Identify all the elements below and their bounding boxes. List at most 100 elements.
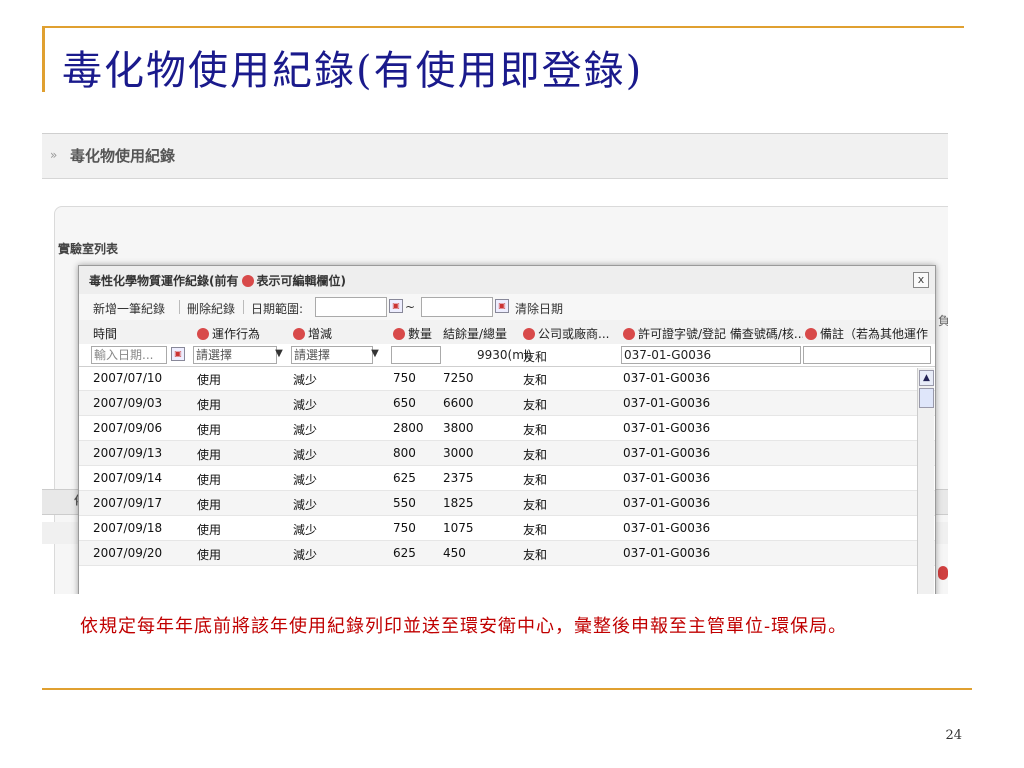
table-row[interactable]: 2007/09/18 使用 減少 750 1075 友和 037-01-G0036 <box>79 516 935 541</box>
qty-filter-input[interactable] <box>391 346 441 364</box>
column-header-remark-label: 備註（若為其他運作 <box>820 327 929 341</box>
app-screenshot: » 毒化物使用紀錄 實驗室列表 化 1 負 毒性化學物質運作紀錄(前有表示可編輯… <box>42 133 948 594</box>
cell-qty: 625 <box>393 546 416 560</box>
cell-balance: 6600 <box>443 396 474 410</box>
table-row[interactable]: 2007/09/13 使用 減少 800 3000 友和 037-01-G0036 <box>79 441 935 466</box>
cell-license: 037-01-G0036 <box>623 371 711 385</box>
cell-qty: 800 <box>393 446 416 460</box>
grid-header: 時間 運作行為 增減 數量 結餘量/總量 公司或廠商... 許可證字號/登記 備… <box>79 320 935 345</box>
cell-company: 友和 <box>523 373 548 387</box>
add-record-button[interactable]: 新增一筆紀錄 <box>93 300 165 317</box>
operation-record-dialog: 毒性化學物質運作紀錄(前有 表示可編輯欄位) x 新增一筆紀錄 刪除紀錄 日期範圍… <box>78 265 936 594</box>
cell-balance: 3000 <box>443 446 474 460</box>
delete-record-button[interactable]: 刪除紀錄 <box>187 300 235 317</box>
column-header-balance[interactable]: 結餘量/總量 <box>443 325 519 342</box>
dialog-title-prefix: 毒性化學物質運作紀錄(前有 <box>89 274 239 288</box>
footer-rule <box>42 688 972 690</box>
start-date-input[interactable] <box>315 297 387 317</box>
dialog-titlebar[interactable]: 毒性化學物質運作紀錄(前有 表示可編輯欄位) x <box>79 266 935 295</box>
cell-company: 友和 <box>523 523 548 537</box>
calendar-icon[interactable]: ▣ <box>389 299 403 313</box>
remark-filter-input[interactable] <box>803 346 931 364</box>
table-row[interactable]: 2007/09/20 使用 減少 625 450 友和 037-01-G0036 <box>79 541 935 566</box>
end-date-input[interactable] <box>421 297 493 317</box>
grid-body: 2007/07/10 使用 減少 750 7250 友和 037-01-G0036 2007/… <box>79 366 935 566</box>
cell-balance: 7250 <box>443 371 474 385</box>
cell-date: 2007/09/13 <box>93 446 163 460</box>
cell-date: 2007/09/20 <box>93 546 163 560</box>
column-header-time[interactable]: 時間 <box>93 325 173 342</box>
edit-marker-icon <box>241 275 254 287</box>
clear-dates-button[interactable]: 清除日期 <box>515 300 563 317</box>
cell-action: 使用 <box>197 398 222 412</box>
action-select[interactable]: 請選擇 <box>193 346 277 364</box>
slide-title: 毒化物使用紀錄(有使用即登錄) <box>62 48 644 94</box>
table-row[interactable]: 2007/09/03 使用 減少 650 6600 友和 037-01-G0036 <box>79 391 935 416</box>
title-rule <box>42 26 964 28</box>
calendar-icon[interactable]: ▣ <box>495 299 509 313</box>
slide-note: 依規定每年年底前將該年使用紀錄列印並送至環安衛中心，彙整後申報至主管單位-環保局… <box>80 616 848 637</box>
cell-date: 2007/09/18 <box>93 521 163 535</box>
cell-company: 友和 <box>523 448 548 462</box>
scrollbar-thumb[interactable] <box>919 388 934 408</box>
cell-qty: 750 <box>393 521 416 535</box>
calendar-icon[interactable]: ▣ <box>171 347 185 361</box>
background-button[interactable] <box>938 566 948 580</box>
table-row[interactable]: 2007/09/17 使用 減少 550 1825 友和 037-01-G0036 <box>79 491 935 516</box>
cell-license: 037-01-G0036 <box>623 421 711 435</box>
cell-change: 減少 <box>293 498 318 512</box>
table-row[interactable]: 2007/09/14 使用 減少 625 2375 友和 037-01-G0036 <box>79 466 935 491</box>
cell-action: 使用 <box>197 473 222 487</box>
cell-company: 友和 <box>523 548 548 562</box>
column-header-action[interactable]: 運作行為 <box>197 325 289 342</box>
cell-qty: 2800 <box>393 421 424 435</box>
company-filter-value[interactable]: 友和 <box>523 348 547 365</box>
column-header-company-label: 公司或廠商... <box>538 327 610 341</box>
cell-company: 友和 <box>523 498 548 512</box>
column-header-remark[interactable]: 備註（若為其他運作 <box>805 325 931 342</box>
scroll-up-icon[interactable]: ▲ <box>919 370 934 386</box>
cell-qty: 550 <box>393 496 416 510</box>
cell-company: 友和 <box>523 398 548 412</box>
page-title: 毒化物使用紀錄 <box>70 147 176 165</box>
column-header-qty[interactable]: 數量 <box>393 325 439 342</box>
date-filter-input[interactable]: 輸入日期... <box>91 346 167 364</box>
column-header-license[interactable]: 許可證字號/登記 備查號碼/核... <box>623 325 803 342</box>
cell-license: 037-01-G0036 <box>623 521 711 535</box>
cell-action: 使用 <box>197 448 222 462</box>
cell-balance: 3800 <box>443 421 474 435</box>
table-row[interactable]: 2007/09/06 使用 減少 2800 3800 友和 037-01-G0036 <box>79 416 935 441</box>
cell-action: 使用 <box>197 373 222 387</box>
date-range-label: 日期範圍: <box>251 302 304 316</box>
license-filter-input[interactable]: 037-01-G0036 <box>621 346 801 364</box>
edit-marker-icon <box>393 328 405 340</box>
cell-change: 減少 <box>293 373 318 387</box>
cell-change: 減少 <box>293 448 318 462</box>
column-header-company[interactable]: 公司或廠商... <box>523 325 619 342</box>
dialog-title: 毒性化學物質運作紀錄(前有 表示可編輯欄位) <box>89 272 346 289</box>
app-header: » 毒化物使用紀錄 <box>42 134 948 179</box>
column-header-action-label: 運作行為 <box>212 327 261 341</box>
cell-date: 2007/09/14 <box>93 471 163 485</box>
date-range-separator: ~ <box>405 300 416 314</box>
breadcrumb-chevron-icon: » <box>50 148 58 162</box>
cell-company: 友和 <box>523 473 548 487</box>
table-row[interactable]: 2007/07/10 使用 減少 750 7250 友和 037-01-G0036 <box>79 366 935 391</box>
change-select[interactable]: 請選擇 <box>291 346 373 364</box>
edit-marker-icon <box>293 328 305 340</box>
cell-change: 減少 <box>293 548 318 562</box>
cell-change: 減少 <box>293 523 318 537</box>
edit-marker-icon <box>623 328 635 340</box>
column-header-change[interactable]: 增減 <box>293 325 383 342</box>
edit-marker-icon <box>197 328 209 340</box>
close-icon[interactable]: x <box>913 272 929 288</box>
cell-company: 友和 <box>523 423 548 437</box>
cell-action: 使用 <box>197 548 222 562</box>
chevron-down-icon[interactable]: ▼ <box>367 346 383 362</box>
page-number: 24 <box>945 728 962 743</box>
vertical-scrollbar[interactable]: ▲ <box>917 368 934 594</box>
cell-license: 037-01-G0036 <box>623 396 711 410</box>
chevron-down-icon[interactable]: ▼ <box>271 346 287 362</box>
cell-balance: 2375 <box>443 471 474 485</box>
cell-change: 減少 <box>293 398 318 412</box>
